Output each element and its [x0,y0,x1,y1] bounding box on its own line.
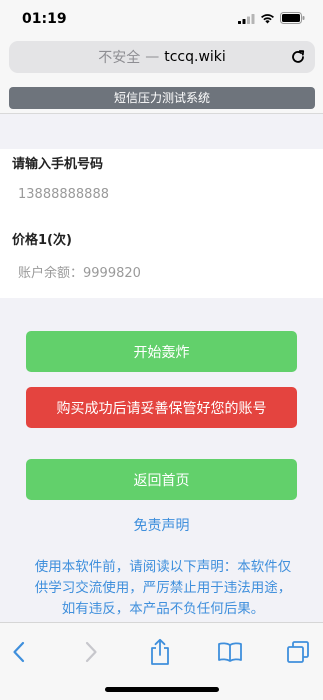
address-bar[interactable]: 不安全 — tccq.wiki [9,41,315,73]
address-domain: tccq.wiki [164,49,226,65]
status-time: 01:19 [22,11,67,27]
form-panel: 请输入手机号码 价格1(次) 账户余额：9999820 [0,149,323,298]
status-icons [238,12,305,24]
browser-address-area: 不安全 — tccq.wiki [0,38,323,78]
balance-text: 账户余额：9999820 [18,266,141,281]
forward-button[interactable] [77,638,105,666]
share-icon [151,638,169,665]
account-warning-button[interactable]: 购买成功后请妥善保管好您的账号 [26,387,297,428]
home-indicator [105,687,219,692]
insecure-label: 不安全 [98,50,141,66]
tabs-icon [287,641,309,663]
phone-label: 请输入手机号码 [12,157,104,172]
status-bar: 01:19 [0,0,323,38]
price-label: 价格1(次) [12,233,72,248]
back-icon [13,641,25,663]
signal-icon [238,13,255,24]
wifi-icon [261,13,274,23]
bookmarks-button[interactable] [216,638,244,666]
address-separator: — [145,49,160,65]
tabs-button[interactable] [284,638,312,666]
forward-icon [85,641,97,663]
disclaimer-text: 使用本软件前，请阅读以下声明：本软件仅供学习交流使用，严厉禁止用于违法用途，如有… [34,559,292,617]
battery-icon [280,12,305,24]
page-header: 短信压力测试系统 [0,78,323,114]
back-button[interactable] [5,638,33,666]
share-button[interactable] [146,638,174,666]
reload-icon[interactable] [289,48,307,66]
disclaimer-link[interactable]: 免责声明 [0,515,323,535]
start-button[interactable]: 开始轰炸 [26,331,297,372]
home-button[interactable]: 返回首页 [26,459,297,500]
phone-input[interactable] [12,181,312,207]
bookmarks-icon [218,642,242,662]
page-title-banner: 短信压力测试系统 [9,87,315,109]
